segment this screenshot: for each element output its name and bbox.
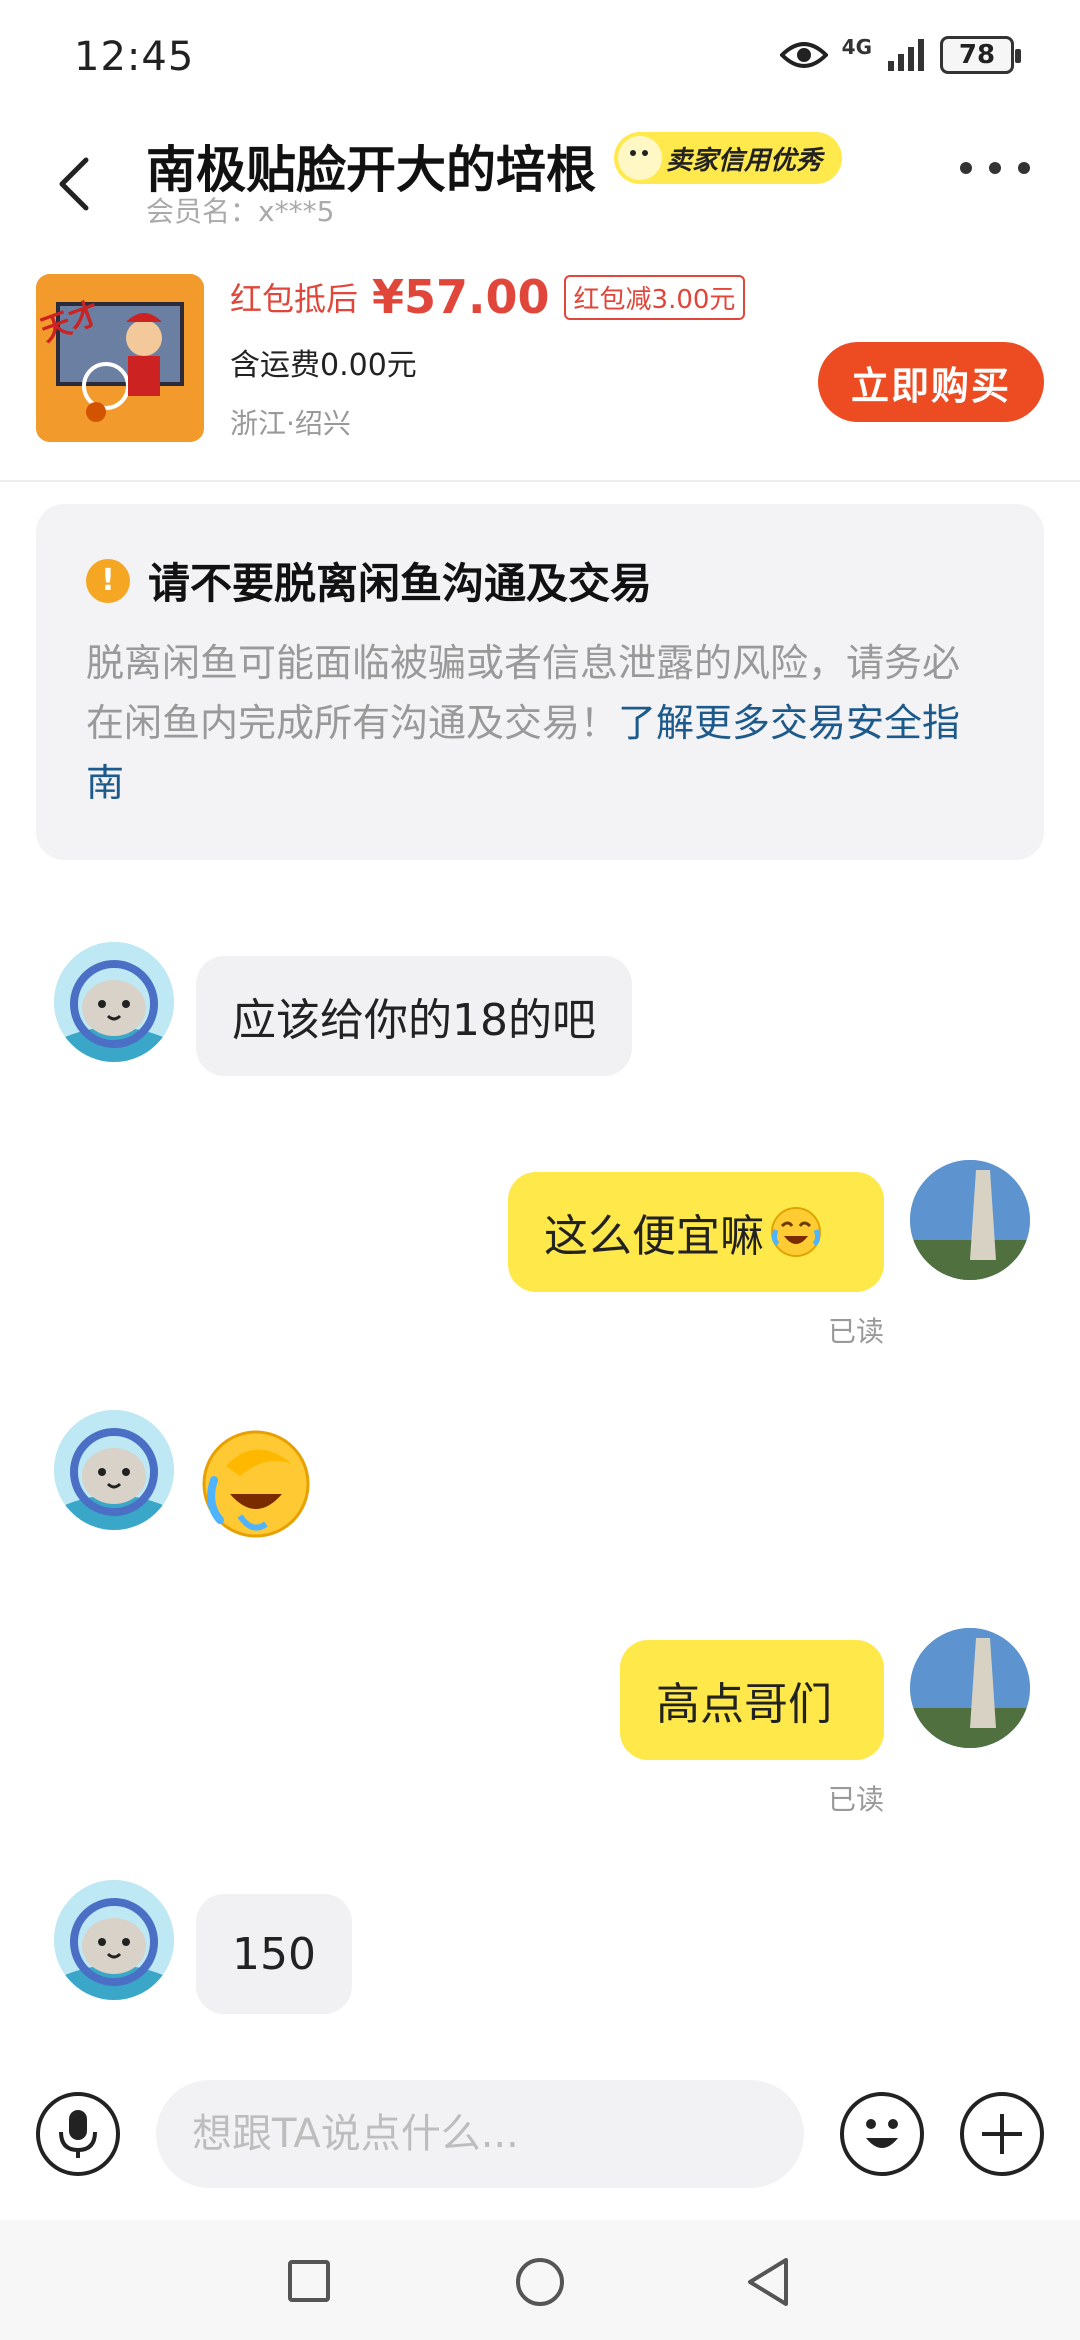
status-time: 12:45 [74, 34, 195, 80]
notice-head: ! 请不要脱离闲鱼沟通及交易 [86, 550, 994, 611]
message-bubble-4[interactable]: 高点哥们 [620, 1640, 884, 1760]
read-status: 已读 [828, 1783, 885, 1816]
price-prefix: 红包抵后 [230, 280, 359, 318]
credit-face-icon [618, 136, 662, 180]
battery-level: 78 [958, 40, 996, 70]
smiley-icon[interactable] [840, 2092, 924, 2176]
more-dots-icon[interactable] [960, 158, 1030, 178]
my-avatar[interactable] [910, 1628, 1030, 1748]
price-value: ¥57.00 [372, 270, 550, 324]
location-info: 浙江·绍兴 [230, 407, 351, 440]
other-avatar[interactable] [54, 1410, 174, 1530]
credit-badge[interactable]: 卖家信用优秀 [614, 132, 843, 184]
product-card[interactable]: 天才 红包抵后 ¥57.00 红包减3.00元 含运费0.00元 浙江·绍兴 立… [0, 262, 1080, 482]
chevron-left-icon[interactable] [50, 140, 100, 220]
input-bar [0, 2062, 1080, 2212]
network-label: 4G [841, 35, 872, 59]
other-avatar[interactable] [54, 1880, 174, 2000]
notice-title: 请不要脱离闲鱼沟通及交易 [148, 559, 653, 608]
home-icon[interactable] [516, 2258, 564, 2306]
plus-icon[interactable] [960, 2092, 1044, 2176]
message-text: 150 [232, 1928, 316, 1980]
my-avatar[interactable] [910, 1160, 1030, 1280]
chat-screen: 12:45 4G 78 南极贴脸开大的培根 卖家信用优秀 会员名：x***5 天… [0, 0, 1080, 2340]
warning-icon: ! [86, 558, 130, 603]
chat-header: 南极贴脸开大的培根 卖家信用优秀 会员名：x***5 [0, 120, 1080, 250]
credit-badge-label: 卖家信用优秀 [666, 145, 823, 176]
status-icons: 4G 78 [779, 35, 1021, 74]
message-text: 应该给你的18的吧 [232, 995, 596, 1046]
message-text: 高点哥们 [656, 1679, 832, 1730]
message-bubble-2[interactable]: 这么便宜嘛 [508, 1172, 884, 1292]
shipping-info: 含运费0.00元 [230, 348, 417, 383]
member-name: 会员名：x***5 [146, 195, 335, 228]
notice-body: 脱离闲鱼可能面临被骗或者信息泄露的风险，请务必在闲鱼内完成所有沟通及交易！了解更… [86, 633, 994, 813]
price-line: 红包抵后 ¥57.00 红包减3.00元 [230, 270, 746, 324]
other-avatar[interactable] [54, 942, 174, 1062]
crying-laughing-emoji-icon [768, 1204, 824, 1260]
message-text: 这么便宜嘛 [544, 1211, 764, 1262]
status-bar: 12:45 4G 78 [0, 0, 1080, 120]
microphone-icon[interactable] [36, 2092, 120, 2176]
nav-back-icon[interactable] [744, 2256, 792, 2308]
read-status: 已读 [828, 1315, 885, 1348]
product-thumbnail[interactable]: 天才 [36, 274, 204, 442]
eye-icon [779, 39, 828, 71]
system-nav-bar [0, 2220, 1080, 2340]
safety-notice: ! 请不要脱离闲鱼沟通及交易 脱离闲鱼可能面临被骗或者信息泄露的风险，请务必在闲… [36, 504, 1044, 860]
facepalm-crying-emoji-icon[interactable] [196, 1424, 316, 1544]
buy-now-button[interactable]: 立即购买 [818, 342, 1044, 422]
message-bubble-1[interactable]: 应该给你的18的吧 [196, 956, 632, 1076]
battery-icon: 78 [940, 36, 1021, 74]
recent-apps-icon[interactable] [288, 2260, 330, 2302]
message-bubble-5[interactable]: 150 [196, 1894, 352, 2014]
signal-icon [886, 37, 926, 73]
coupon-tag: 红包减3.00元 [563, 274, 746, 320]
message-input[interactable] [156, 2080, 804, 2188]
